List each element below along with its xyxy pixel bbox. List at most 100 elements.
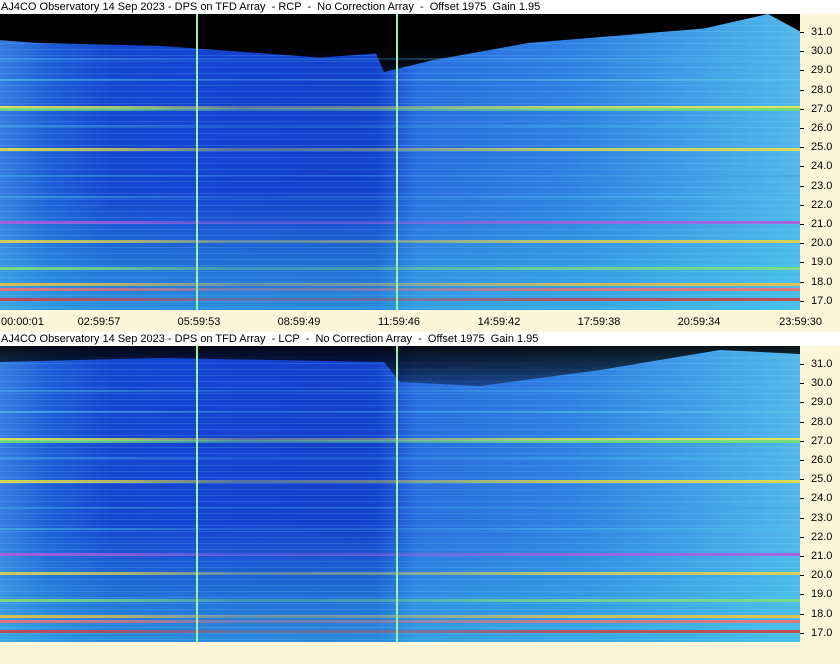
frequency-tick: 31.0 bbox=[800, 358, 840, 371]
interference-band bbox=[0, 79, 800, 81]
frequency-tick: 22.0 bbox=[800, 531, 840, 544]
frequency-tick-label: 30.0 bbox=[811, 377, 833, 390]
frequency-tick: 28.0 bbox=[800, 84, 840, 97]
time-tick-label: 23:59:30 bbox=[779, 316, 822, 328]
time-tick-label: 17:59:38 bbox=[577, 316, 621, 328]
frequency-tick: 17.0 bbox=[800, 295, 840, 308]
frequency-tick-label: 29.0 bbox=[811, 64, 833, 77]
frequency-tick-label: 18.0 bbox=[811, 275, 833, 288]
interference-band bbox=[0, 148, 800, 152]
frequency-tick-label: 26.0 bbox=[811, 454, 833, 466]
time-axis: 00:00:01 02:59:57 05:59:53 08:59:49 11:59:46… bbox=[0, 312, 840, 332]
interference-band bbox=[0, 411, 800, 413]
frequency-tick-label: 25.0 bbox=[811, 473, 833, 486]
spectrogram-rcp[interactable] bbox=[0, 14, 800, 310]
frequency-tick: 18.0 bbox=[800, 276, 840, 289]
interference-band bbox=[0, 57, 800, 60]
frequency-tick-label: 27.0 bbox=[811, 434, 833, 447]
frequency-tick: 19.0 bbox=[800, 256, 840, 269]
frequency-tick-label: 26.0 bbox=[811, 122, 833, 134]
frequency-tick-label: 24.0 bbox=[811, 492, 833, 505]
bottom-margin bbox=[0, 642, 840, 664]
marker-line-6h bbox=[196, 346, 198, 642]
interference-band bbox=[0, 196, 800, 199]
interference-band bbox=[0, 599, 800, 603]
time-tick-label: 00:00:01 bbox=[1, 316, 44, 328]
frequency-tick: 25.0 bbox=[800, 141, 840, 154]
frequency-axis-rcp: 31.0 30.0 29.0 28.0 27.0 26.0 25.0 24.0 23.0 22.0… bbox=[800, 14, 840, 310]
interference-band bbox=[0, 125, 800, 128]
marker-line-12h bbox=[396, 346, 398, 642]
frequency-tick: 23.0 bbox=[800, 180, 840, 193]
interference-band bbox=[0, 528, 800, 531]
frequency-tick: 21.0 bbox=[800, 550, 840, 563]
frequency-tick: 17.0 bbox=[800, 627, 840, 640]
frequency-tick-label: 17.0 bbox=[811, 626, 833, 639]
frequency-tick-label: 22.0 bbox=[811, 198, 833, 211]
interference-band bbox=[0, 282, 800, 286]
frequency-tick: 26.0 bbox=[800, 122, 840, 135]
frequency-tick-label: 18.0 bbox=[811, 607, 833, 620]
frequency-tick: 31.0 bbox=[800, 26, 840, 39]
frequency-tick-label: 22.0 bbox=[811, 530, 833, 543]
panel-title-lcp: AJ4CO Observatory 14 Sep 2023 - DPS on T… bbox=[0, 332, 840, 346]
interference-band bbox=[0, 107, 800, 111]
interference-band bbox=[0, 572, 800, 576]
frequency-tick: 22.0 bbox=[800, 199, 840, 212]
frequency-tick-label: 25.0 bbox=[811, 141, 833, 154]
interference-band bbox=[0, 267, 800, 271]
panel-title-rcp: AJ4CO Observatory 14 Sep 2023 - DPS on T… bbox=[0, 0, 840, 14]
frequency-axis-lcp: 31.0 30.0 29.0 28.0 27.0 26.0 25.0 24.0 23.0 22.0… bbox=[800, 346, 840, 642]
interference-band bbox=[0, 629, 800, 633]
frequency-tick: 27.0 bbox=[800, 435, 840, 448]
interference-band bbox=[0, 480, 800, 484]
interference-band bbox=[0, 240, 800, 244]
frequency-tick: 30.0 bbox=[800, 45, 840, 58]
spectrogram-lcp[interactable] bbox=[0, 346, 800, 642]
frequency-tick-label: 20.0 bbox=[811, 237, 833, 250]
interference-band bbox=[0, 553, 800, 557]
marker-line-6h bbox=[196, 14, 198, 310]
frequency-tick-label: 21.0 bbox=[811, 550, 833, 562]
interference-band bbox=[0, 175, 800, 177]
frequency-tick: 28.0 bbox=[800, 416, 840, 429]
frequency-tick-label: 17.0 bbox=[811, 294, 833, 307]
frequency-tick: 18.0 bbox=[800, 608, 840, 621]
frequency-tick: 21.0 bbox=[800, 218, 840, 231]
interference-band bbox=[0, 389, 800, 392]
time-tick-label: 14:59:42 bbox=[477, 316, 521, 328]
interference-band bbox=[0, 288, 800, 292]
frequency-tick: 30.0 bbox=[800, 377, 840, 390]
frequency-tick-label: 31.0 bbox=[811, 26, 833, 38]
frequency-tick: 25.0 bbox=[800, 473, 840, 486]
frequency-tick: 20.0 bbox=[800, 569, 840, 582]
frequency-tick: 26.0 bbox=[800, 454, 840, 467]
frequency-tick-label: 29.0 bbox=[811, 396, 833, 409]
frequency-tick: 27.0 bbox=[800, 103, 840, 116]
interference-band bbox=[0, 507, 800, 509]
frequency-tick-label: 28.0 bbox=[811, 83, 833, 96]
frequency-tick-label: 19.0 bbox=[811, 256, 833, 269]
time-tick-label: 20:59:34 bbox=[677, 316, 721, 328]
frequency-tick: 24.0 bbox=[800, 160, 840, 173]
time-tick-label: 02:59:57 bbox=[77, 316, 121, 328]
frequency-tick: 29.0 bbox=[800, 64, 840, 77]
interference-band bbox=[0, 221, 800, 225]
frequency-tick-label: 19.0 bbox=[811, 588, 833, 601]
interference-band bbox=[0, 297, 800, 301]
frequency-tick-label: 20.0 bbox=[811, 569, 833, 582]
frequency-tick-label: 31.0 bbox=[811, 358, 833, 370]
frequency-tick: 29.0 bbox=[800, 396, 840, 409]
interference-band bbox=[0, 439, 800, 443]
frequency-tick-label: 21.0 bbox=[811, 218, 833, 230]
time-tick-label: 08:59:49 bbox=[277, 316, 321, 328]
frequency-tick-label: 28.0 bbox=[811, 415, 833, 428]
frequency-tick-label: 23.0 bbox=[811, 511, 833, 524]
interference-band bbox=[0, 614, 800, 618]
time-tick-label: 05:59:53 bbox=[177, 316, 221, 328]
frequency-tick-label: 24.0 bbox=[811, 160, 833, 173]
interference-band bbox=[0, 620, 800, 624]
marker-line-12h bbox=[396, 14, 398, 310]
time-tick-label: 11:59:46 bbox=[377, 316, 421, 328]
frequency-tick: 24.0 bbox=[800, 492, 840, 505]
